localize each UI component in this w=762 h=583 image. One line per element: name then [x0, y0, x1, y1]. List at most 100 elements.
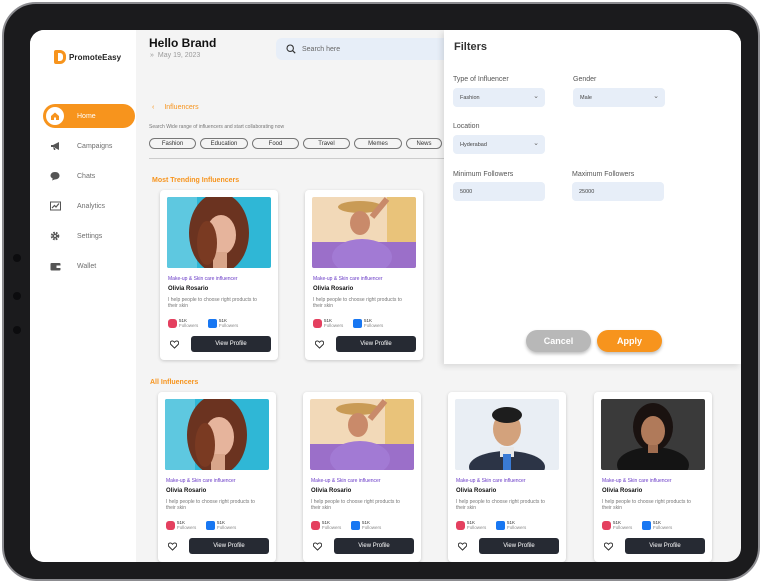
chip-travel[interactable]: Travel — [303, 138, 350, 149]
followers-label: Followers — [364, 323, 384, 328]
heart-icon[interactable] — [604, 542, 613, 551]
app-screen: PromoteEasy Home Campaigns Chats Analyti… — [30, 30, 741, 562]
date-line: » May 19, 2023 — [150, 52, 200, 59]
sidebar-item-wallet[interactable]: Wallet — [43, 254, 135, 278]
influencer-card: Make-up & Skin care influencer Olivia Ros… — [303, 392, 421, 562]
cancel-button[interactable]: Cancel — [526, 330, 591, 352]
facebook-icon — [353, 318, 362, 328]
megaphone-icon — [49, 140, 61, 152]
heart-icon[interactable] — [313, 542, 322, 551]
influencer-category: Make-up & Skin care influencer — [166, 478, 236, 484]
sidebar: PromoteEasy Home Campaigns Chats Analyti… — [30, 30, 136, 562]
search-input[interactable]: Search here — [276, 38, 452, 60]
influencer-photo — [601, 399, 705, 470]
brand-logo[interactable]: PromoteEasy — [54, 50, 121, 64]
search-icon — [286, 44, 296, 54]
followers-label: Followers — [613, 525, 633, 530]
max-followers-label: Maximum Followers — [572, 171, 635, 178]
facebook-stat: 51K Followers — [353, 318, 383, 328]
gender-label: Gender — [573, 76, 597, 83]
min-followers-value: 5000 — [460, 188, 473, 195]
view-profile-button[interactable]: View Profile — [191, 336, 271, 352]
heart-icon[interactable] — [315, 340, 324, 349]
instagram-stat: 51K Followers — [166, 520, 196, 530]
followers-label: Followers — [507, 525, 527, 530]
filters-panel: Filters Type of Influencer Fashion ⌄ Gen… — [444, 30, 741, 364]
gender-value: Male — [580, 94, 592, 101]
facebook-icon — [206, 520, 215, 530]
max-followers-value: 25000 — [579, 188, 595, 195]
brand-name: PromoteEasy — [69, 52, 122, 62]
followers-label: Followers — [179, 323, 199, 328]
instagram-stat: 51K Followers — [168, 318, 198, 328]
chip-food[interactable]: Food — [252, 138, 299, 149]
min-followers-input[interactable]: 5000 — [453, 182, 545, 201]
greeting: Hello Brand — [149, 36, 217, 50]
location-label: Location — [453, 123, 480, 130]
chip-memes[interactable]: Memes — [354, 138, 402, 149]
influencer-card: Make-up & Skin care influencer Olivia Ros… — [158, 392, 276, 562]
sidebar-item-analytics[interactable]: Analytics — [43, 194, 135, 218]
chat-icon — [49, 170, 61, 182]
page-title: Influencers — [164, 104, 199, 111]
heart-icon[interactable] — [168, 542, 177, 551]
view-profile-button[interactable]: View Profile — [189, 538, 269, 554]
instagram-stat: 51K Followers — [311, 520, 341, 530]
influencer-category: Make-up & Skin care influencer — [602, 478, 672, 484]
influencer-photo — [455, 399, 559, 470]
influencer-category: Make-up & Skin care influencer — [456, 478, 526, 484]
influencer-description: I help people to choose right products t… — [168, 297, 257, 309]
wallet-icon — [49, 260, 61, 272]
influencer-name: Olivia Rosario — [168, 286, 209, 292]
sidebar-item-settings[interactable]: Settings — [43, 224, 135, 248]
influencer-description: I help people to choose right products t… — [311, 499, 400, 511]
view-profile-button[interactable]: View Profile — [625, 538, 705, 554]
back-link[interactable]: ‹ Influencers — [152, 104, 199, 111]
sidebar-item-home[interactable]: Home — [43, 104, 135, 128]
influencer-description: I help people to choose right products t… — [456, 499, 545, 511]
location-select[interactable]: Hyderabad ⌄ — [453, 135, 545, 154]
sidebar-item-campaigns[interactable]: Campaigns — [43, 134, 135, 158]
influencer-name: Olivia Rosario — [311, 488, 352, 494]
location-value: Hyderabad — [460, 141, 487, 148]
chip-news[interactable]: News — [406, 138, 442, 149]
chip-education[interactable]: Education — [200, 138, 248, 149]
date-text: May 19, 2023 — [157, 52, 201, 59]
influencer-photo — [165, 399, 269, 470]
facebook-stat: 51K Followers — [351, 520, 381, 530]
filters-title: Filters — [454, 41, 488, 53]
type-value: Fashion — [460, 94, 480, 101]
chevron-down-icon: ⌄ — [533, 140, 539, 147]
sidebar-item-chats[interactable]: Chats — [43, 164, 135, 188]
facebook-icon — [208, 318, 217, 328]
search-placeholder: Search here — [302, 45, 341, 53]
sidebar-item-label: Analytics — [77, 202, 106, 210]
heart-icon[interactable] — [458, 542, 467, 551]
max-followers-input[interactable]: 25000 — [572, 182, 664, 201]
facebook-icon — [351, 520, 360, 530]
followers-label: Followers — [362, 525, 382, 530]
facebook-stat: 51K Followers — [642, 520, 672, 530]
followers-label: Followers — [177, 525, 197, 530]
view-profile-button[interactable]: View Profile — [479, 538, 559, 554]
influencer-card: Make-up & Skin care influencer Olivia Ros… — [160, 190, 278, 360]
sidebar-item-label: Settings — [77, 232, 103, 240]
view-profile-button[interactable]: View Profile — [336, 336, 416, 352]
tablet-frame: PromoteEasy Home Campaigns Chats Analyti… — [2, 2, 760, 581]
type-select[interactable]: Fashion ⌄ — [453, 88, 545, 107]
followers-label: Followers — [322, 525, 342, 530]
instagram-stat: 51K Followers — [313, 318, 343, 328]
sidebar-item-label: Home — [77, 112, 96, 120]
followers-label: Followers — [653, 525, 673, 530]
instagram-icon — [602, 520, 611, 530]
trending-heading: Most Trending Influencers — [152, 177, 240, 184]
influencer-description: I help people to choose right products t… — [166, 499, 255, 511]
view-profile-button[interactable]: View Profile — [334, 538, 414, 554]
heart-icon[interactable] — [170, 340, 179, 349]
divider — [149, 158, 449, 159]
chip-fashion[interactable]: Fashion — [149, 138, 196, 149]
min-followers-label: Minimum Followers — [453, 171, 514, 178]
gender-select[interactable]: Male ⌄ — [573, 88, 665, 107]
apply-button[interactable]: Apply — [597, 330, 662, 352]
influencer-photo — [167, 197, 271, 268]
